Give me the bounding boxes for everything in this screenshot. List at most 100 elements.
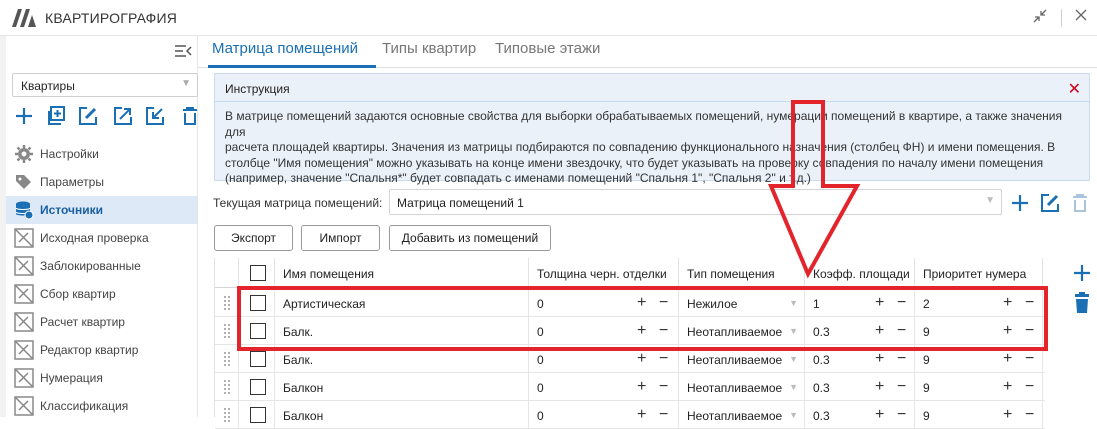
select-all-checkbox[interactable]	[250, 265, 266, 281]
sidebar-item-collect-apartments[interactable]: Сбор квартир	[6, 280, 197, 308]
increment-icon[interactable]: +	[875, 350, 884, 368]
decrement-icon[interactable]: −	[659, 378, 668, 396]
delete-row-icon[interactable]	[1072, 292, 1092, 314]
sidebar-item-label: Сбор квартир	[40, 287, 116, 301]
import-button[interactable]: Импорт	[301, 225, 380, 251]
table-row[interactable]: Балкон 0 + − Неотапливаемое ▼ 0.3 + − 9 + −	[215, 401, 1045, 429]
sidebar-item-calc-apartments[interactable]: Расчет квартир	[6, 308, 197, 336]
drag-handle-icon[interactable]	[223, 379, 231, 395]
plugin-icon	[14, 228, 34, 248]
edit-icon[interactable]	[78, 106, 98, 126]
sidebar-item-label: Исходная проверка	[40, 231, 149, 245]
sidebar-item-blocked[interactable]: Заблокированные	[6, 252, 197, 280]
decrement-icon[interactable]: −	[659, 406, 668, 424]
object-type-value: Квартиры	[21, 79, 75, 93]
duplicate-icon[interactable]	[46, 106, 66, 126]
room-name-cell[interactable]: Балкон	[275, 401, 529, 429]
sidebar-item-label: Параметры	[40, 175, 104, 189]
priority-cell[interactable]: 9 + −	[915, 401, 1043, 429]
object-type-select[interactable]: Квартиры ▼	[12, 73, 198, 97]
thickness-cell[interactable]: 0 + −	[529, 373, 679, 401]
increment-icon[interactable]: +	[1003, 350, 1012, 368]
table-header: Имя помещения Толщина черн. отделки Тип …	[215, 258, 1045, 288]
add-icon[interactable]	[14, 106, 34, 126]
sidebar-item-label: Нумерация	[40, 371, 103, 385]
row-checkbox[interactable]	[250, 351, 266, 367]
priority-cell[interactable]: 9 + −	[915, 373, 1043, 401]
title-bar: КВАРТИРОГРАФИЯ	[0, 0, 1097, 36]
plugin-icon	[14, 312, 34, 332]
decrement-icon[interactable]: −	[1025, 350, 1034, 368]
plugin-icon	[14, 368, 34, 388]
drag-cell[interactable]	[215, 317, 239, 345]
sidebar: Квартиры ▼ Настройки Параметры Источники…	[6, 36, 198, 417]
sidebar-item-parameters[interactable]: Параметры	[6, 168, 197, 196]
room-type-cell[interactable]: Неотапливаемое ▼	[679, 373, 805, 401]
decrement-icon[interactable]: −	[1025, 378, 1034, 396]
coef-cell[interactable]: 0.3 + −	[805, 373, 915, 401]
header-room-name[interactable]: Имя помещения	[275, 258, 529, 288]
drag-handle-icon[interactable]	[223, 351, 231, 367]
current-matrix-select[interactable]: Матрица помещений 1 ▼	[389, 189, 1002, 215]
drag-cell[interactable]	[215, 289, 239, 317]
header-numbering-priority[interactable]: Приоритет нумера	[915, 258, 1043, 288]
sidebar-item-classification[interactable]: Классификация	[6, 392, 197, 420]
increment-icon[interactable]: +	[1003, 378, 1012, 396]
row-checkbox[interactable]	[250, 379, 266, 395]
increment-icon[interactable]: +	[1003, 406, 1012, 424]
tab-room-matrix[interactable]: Матрица помещений	[212, 40, 358, 57]
chevron-down-icon: ▼	[789, 410, 798, 420]
decrement-icon[interactable]: −	[659, 350, 668, 368]
drag-handle-icon[interactable]	[223, 407, 231, 423]
delete-matrix-icon[interactable]	[1070, 193, 1090, 213]
collapse-sidebar-icon[interactable]	[174, 44, 192, 58]
sidebar-item-initial-check[interactable]: Исходная проверка	[6, 224, 197, 252]
header-finish-thickness[interactable]: Толщина черн. отделки	[529, 258, 679, 288]
drag-handle-icon[interactable]	[223, 295, 231, 311]
increment-icon[interactable]: +	[875, 406, 884, 424]
sidebar-item-sources[interactable]: Источники	[6, 196, 197, 224]
select-cell	[239, 373, 275, 401]
plugin-icon	[14, 284, 34, 304]
sidebar-item-settings[interactable]: Настройки	[6, 140, 197, 168]
room-type-cell[interactable]: Неотапливаемое ▼	[679, 401, 805, 429]
header-drag-cell	[215, 258, 239, 288]
export-icon[interactable]	[113, 106, 133, 126]
row-checkbox[interactable]	[250, 407, 266, 423]
decrement-icon[interactable]: −	[897, 350, 906, 368]
increment-icon[interactable]: +	[637, 378, 646, 396]
table-row[interactable]: Балкон 0 + − Неотапливаемое ▼ 0.3 + − 9 + −	[215, 373, 1045, 401]
edit-matrix-icon[interactable]	[1040, 193, 1060, 213]
select-cell	[239, 401, 275, 429]
instruction-title: Инструкция	[225, 82, 290, 96]
tab-typical-floors[interactable]: Типовые этажи	[495, 40, 600, 57]
drag-cell[interactable]	[215, 345, 239, 373]
active-tab-indicator	[208, 65, 376, 68]
increment-icon[interactable]: +	[637, 406, 646, 424]
thickness-cell[interactable]: 0 + −	[529, 401, 679, 429]
add-from-rooms-button[interactable]: Добавить из помещений	[389, 225, 551, 251]
export-button[interactable]: Экспорт	[214, 225, 293, 251]
delete-icon[interactable]	[180, 106, 200, 126]
import-icon[interactable]	[145, 106, 165, 126]
sidebar-item-apartment-editor[interactable]: Редактор квартир	[6, 336, 197, 364]
close-icon[interactable]: ✕	[1068, 79, 1081, 99]
add-row-icon[interactable]	[1072, 262, 1092, 284]
add-matrix-icon[interactable]	[1010, 193, 1030, 213]
close-window-icon[interactable]	[1071, 8, 1091, 28]
sidebar-item-numbering[interactable]: Нумерация	[6, 364, 197, 392]
decrement-icon[interactable]: −	[1025, 406, 1034, 424]
decrement-icon[interactable]: −	[897, 406, 906, 424]
room-name-cell[interactable]: Балкон	[275, 373, 529, 401]
tab-apartment-types[interactable]: Типы квартир	[382, 40, 476, 57]
decrement-icon[interactable]: −	[897, 378, 906, 396]
instruction-line: столбце "Имя помещения" можно указывать …	[225, 155, 1044, 170]
increment-icon[interactable]: +	[637, 350, 646, 368]
coef-cell[interactable]: 0.3 + −	[805, 401, 915, 429]
drag-handle-icon[interactable]	[223, 323, 231, 339]
minimize-window-icon[interactable]	[1030, 8, 1050, 28]
drag-cell[interactable]	[215, 401, 239, 429]
drag-cell[interactable]	[215, 373, 239, 401]
increment-icon[interactable]: +	[875, 378, 884, 396]
instruction-text: В матрице помещений задаются основные св…	[225, 109, 1085, 187]
